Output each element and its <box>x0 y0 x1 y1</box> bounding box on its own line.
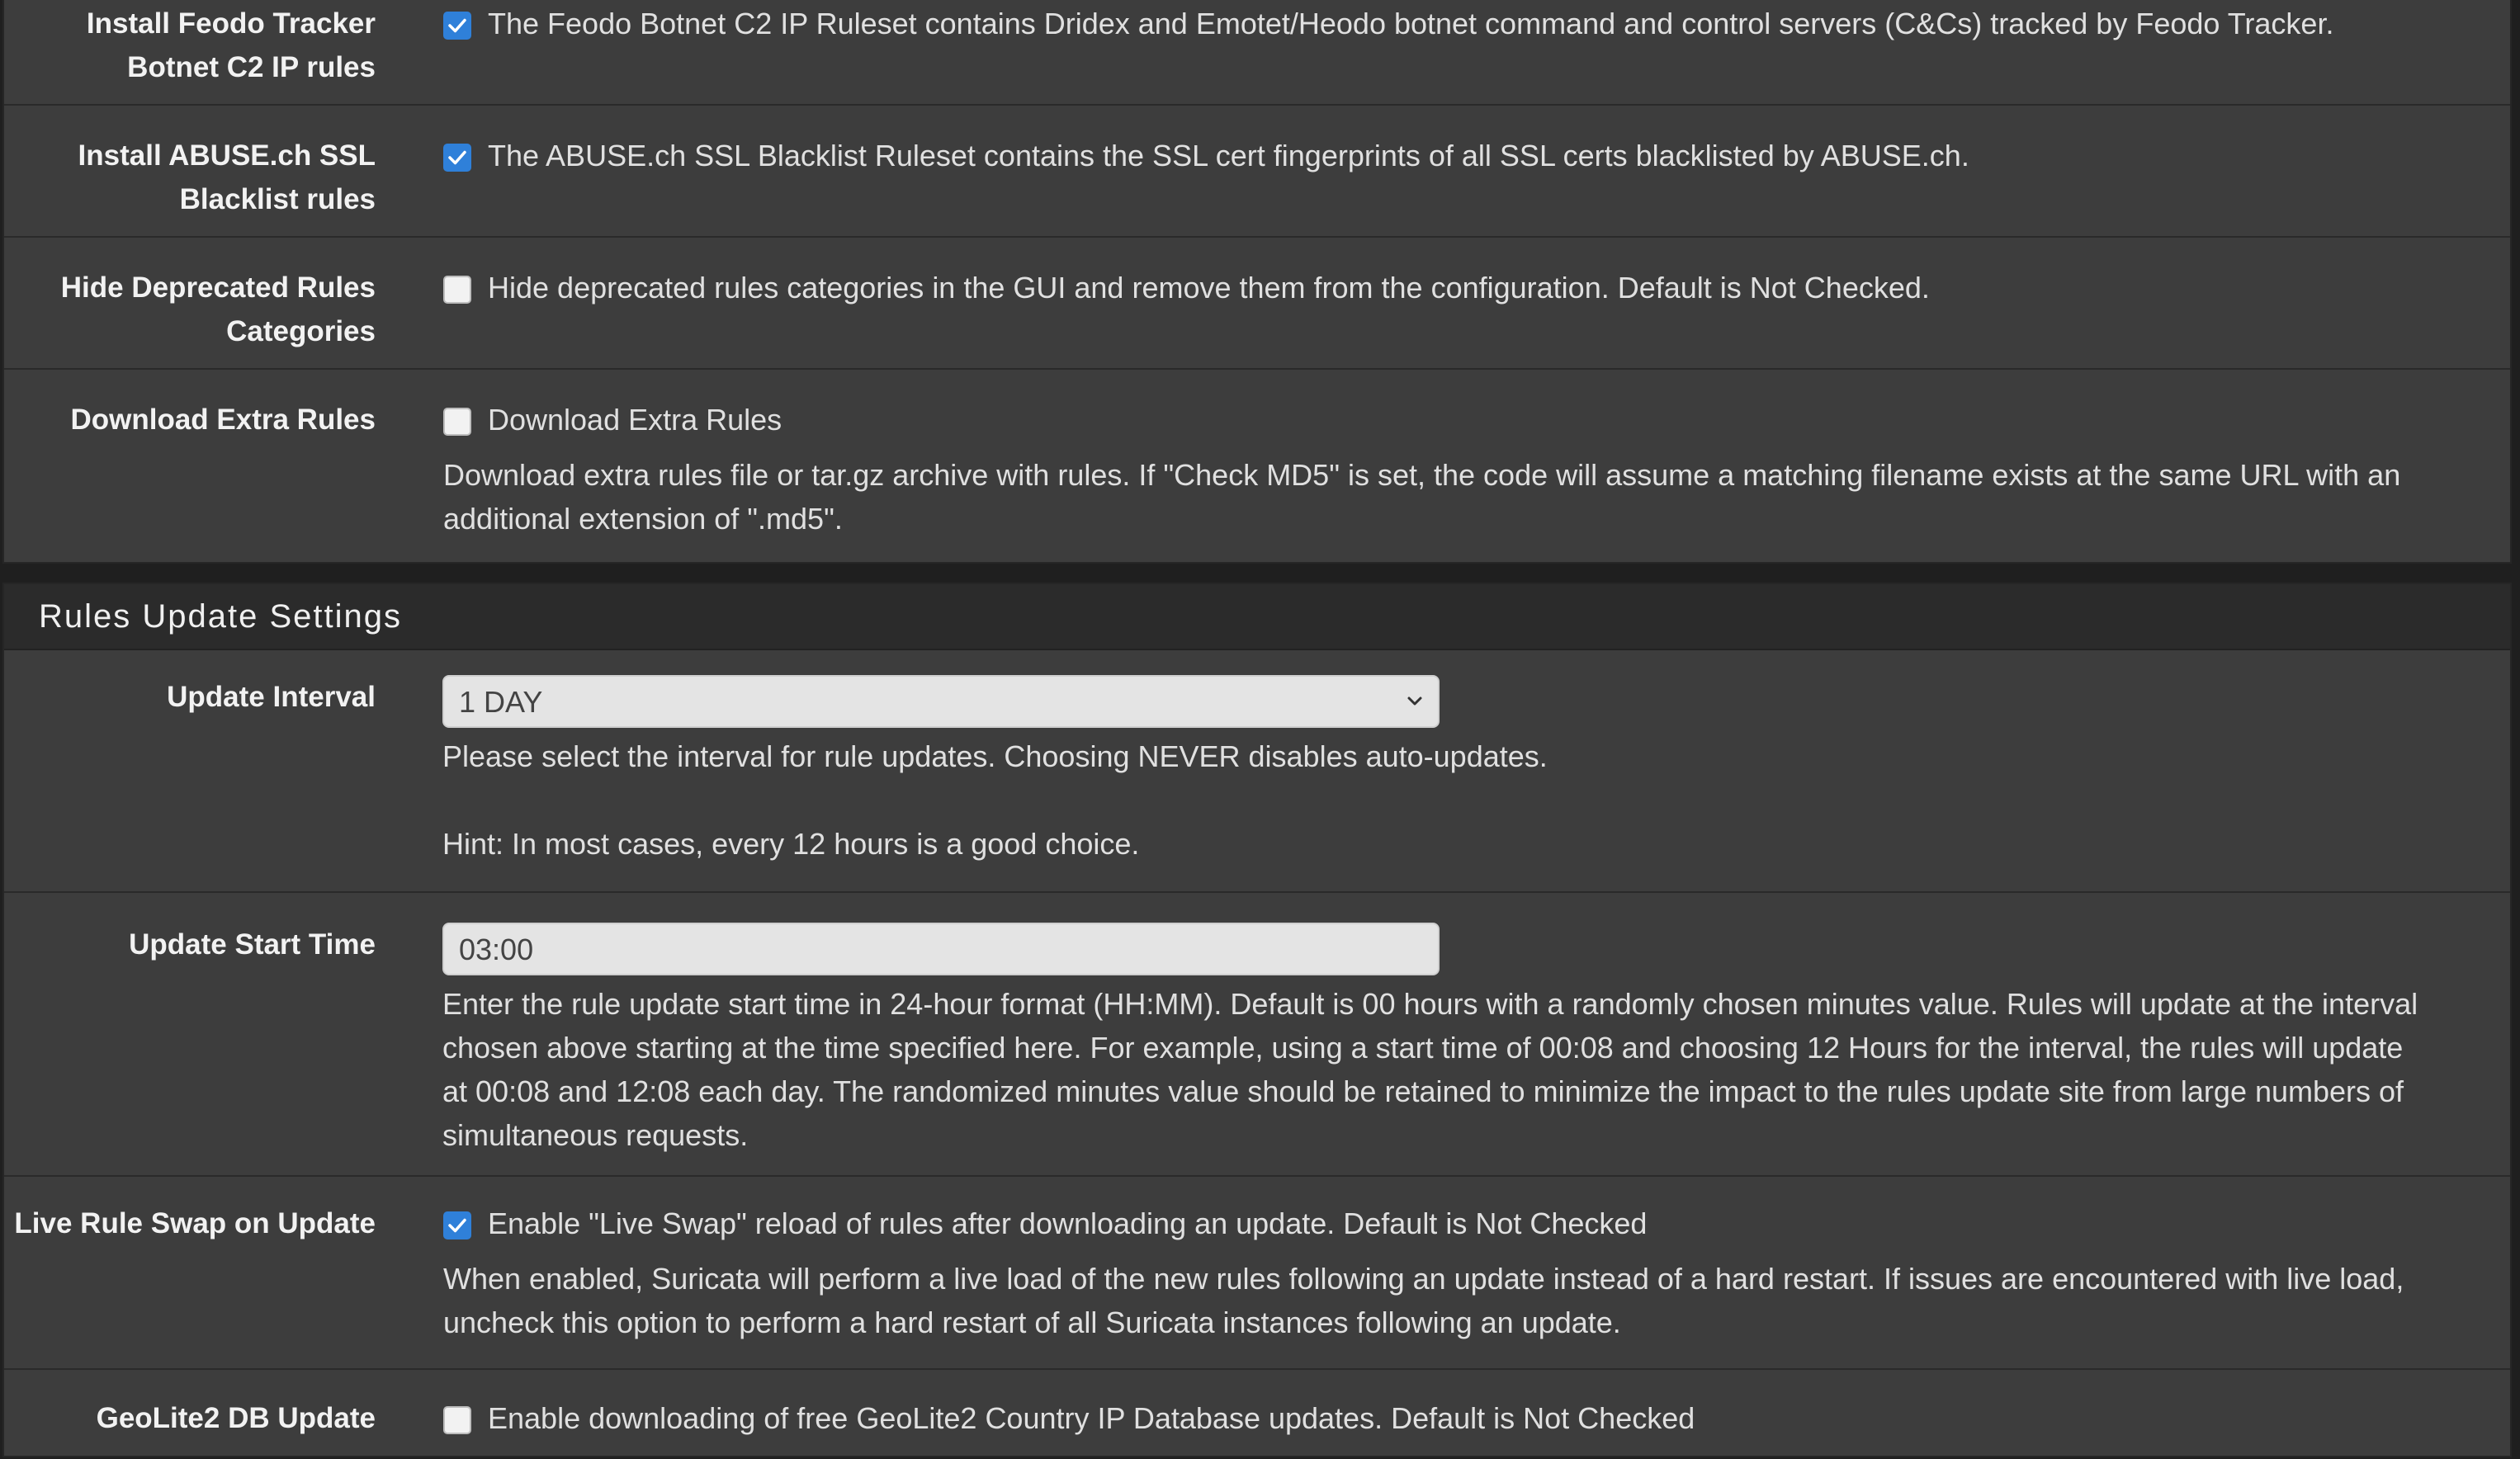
feodo-tracker-label-line2: Botnet C2 IP rules <box>127 51 376 83</box>
update-start-time-help: Enter the rule update start time in 24-h… <box>442 982 2495 1157</box>
abuse-ssl-label-line1: Install ABUSE.ch SSL <box>78 139 376 172</box>
update-start-time-help-line1: Enter the rule update start time in 24-h… <box>442 987 2418 1021</box>
feodo-tracker-row: Install Feodo Tracker Botnet C2 IP rules… <box>4 0 2510 104</box>
download-extra-rules-label: Download Extra Rules <box>4 398 376 441</box>
geolite-control: Enable downloading of free GeoLite2 Coun… <box>443 1396 2495 1440</box>
hide-deprecated-row: Hide Deprecated Rules Categories Hide de… <box>4 236 2510 368</box>
feodo-tracker-label-line1: Install Feodo Tracker <box>86 7 376 40</box>
feodo-tracker-description: The Feodo Botnet C2 IP Ruleset contains … <box>488 7 2334 40</box>
live-swap-help-line2: uncheck this option to perform a hard re… <box>443 1306 1621 1339</box>
hide-deprecated-checkbox[interactable] <box>443 275 471 304</box>
update-interval-control: 1 DAY Please select the interval for rul… <box>442 675 2495 866</box>
live-swap-help: When enabled, Suricata will perform a li… <box>443 1257 2495 1344</box>
update-interval-selected-value: 1 DAY <box>459 684 543 719</box>
update-interval-help: Please select the interval for rule upda… <box>442 734 2495 866</box>
hide-deprecated-label-line2: Categories <box>226 315 376 347</box>
checkmark-icon <box>448 18 466 32</box>
update-interval-hint: Hint: In most cases, every 12 hours is a… <box>442 827 1140 861</box>
rules-update-settings-title: Rules Update Settings <box>39 598 403 635</box>
checkmark-icon <box>448 150 466 164</box>
download-extra-rules-help: Download extra rules file or tar.gz arch… <box>443 453 2495 541</box>
live-swap-label: Live Rule Swap on Update <box>14 1207 376 1239</box>
update-interval-select[interactable]: 1 DAY <box>442 675 1440 728</box>
geolite-checkbox-label: Enable downloading of free GeoLite2 Coun… <box>488 1401 1695 1435</box>
abuse-ssl-row: Install ABUSE.ch SSL Blacklist rules The… <box>4 104 2510 236</box>
live-swap-checkbox-label: Enable "Live Swap" reload of rules after… <box>488 1206 1648 1240</box>
live-swap-checkbox[interactable] <box>443 1211 471 1239</box>
abuse-ssl-control: The ABUSE.ch SSL Blacklist Ruleset conta… <box>443 134 2495 177</box>
download-extra-rules-label-line1: Download Extra Rules <box>70 404 376 436</box>
update-interval-help-line1: Please select the interval for rule upda… <box>442 739 1548 773</box>
checkmark-icon <box>448 1218 466 1232</box>
update-start-time-control: 03:00 Enter the rule update start time i… <box>442 923 2495 1157</box>
update-start-time-input[interactable]: 03:00 <box>442 923 1440 975</box>
update-start-time-help-line2: chosen above starting at the time specif… <box>442 1031 2404 1065</box>
chevron-down-icon <box>1407 696 1422 706</box>
live-swap-control: Enable "Live Swap" reload of rules after… <box>443 1202 2495 1344</box>
geolite-checkbox[interactable] <box>443 1405 471 1434</box>
hide-deprecated-label: Hide Deprecated Rules Categories <box>4 266 376 353</box>
update-start-time-help-line4: simultaneous requests. <box>442 1118 749 1152</box>
hide-deprecated-description: Hide deprecated rules categories in the … <box>488 271 1930 305</box>
download-extra-rules-help-line2: additional extension of ".md5". <box>443 502 843 536</box>
feodo-tracker-label: Install Feodo Tracker Botnet C2 IP rules <box>4 2 376 89</box>
live-swap-row: Live Rule Swap on Update Enable "Live Sw… <box>4 1175 2510 1368</box>
download-extra-rules-checkbox-label: Download Extra Rules <box>488 403 782 437</box>
download-extra-rules-checkbox[interactable] <box>443 407 471 436</box>
update-start-time-row: Update Start Time 03:00 Enter the rule u… <box>4 891 2510 1175</box>
update-interval-label: Update Interval <box>167 681 376 713</box>
update-interval-row: Update Interval 1 DAY Please select the … <box>4 650 2510 891</box>
download-extra-rules-row: Download Extra Rules Download Extra Rule… <box>4 368 2510 565</box>
abuse-ssl-description: The ABUSE.ch SSL Blacklist Ruleset conta… <box>488 139 1969 172</box>
rules-update-settings-header: Rules Update Settings <box>4 584 2510 650</box>
update-start-time-value: 03:00 <box>459 932 534 966</box>
update-start-time-help-line3: at 00:08 and 12:08 each day. The randomi… <box>442 1074 2404 1108</box>
download-extra-rules-control: Download Extra Rules Download extra rule… <box>443 398 2495 541</box>
live-swap-help-line1: When enabled, Suricata will perform a li… <box>443 1262 2404 1296</box>
update-start-time-label: Update Start Time <box>129 928 376 961</box>
feodo-tracker-control: The Feodo Botnet C2 IP Ruleset contains … <box>443 2 2495 45</box>
abuse-ssl-label-line2: Blacklist rules <box>179 183 376 215</box>
rules-update-settings-panel: Rules Update Settings Update Interval 1 … <box>2 583 2512 1457</box>
hide-deprecated-control: Hide deprecated rules categories in the … <box>443 266 2495 309</box>
download-extra-rules-help-line1: Download extra rules file or tar.gz arch… <box>443 458 2401 492</box>
hide-deprecated-label-line1: Hide Deprecated Rules <box>60 271 376 304</box>
geolite-row: GeoLite2 DB Update Enable downloading of… <box>4 1368 2510 1459</box>
top-settings-panel: Install Feodo Tracker Botnet C2 IP rules… <box>2 0 2512 564</box>
abuse-ssl-checkbox[interactable] <box>443 143 471 172</box>
geolite-label: GeoLite2 DB Update <box>96 1402 376 1434</box>
feodo-tracker-checkbox[interactable] <box>443 11 471 40</box>
abuse-ssl-label: Install ABUSE.ch SSL Blacklist rules <box>4 134 376 221</box>
